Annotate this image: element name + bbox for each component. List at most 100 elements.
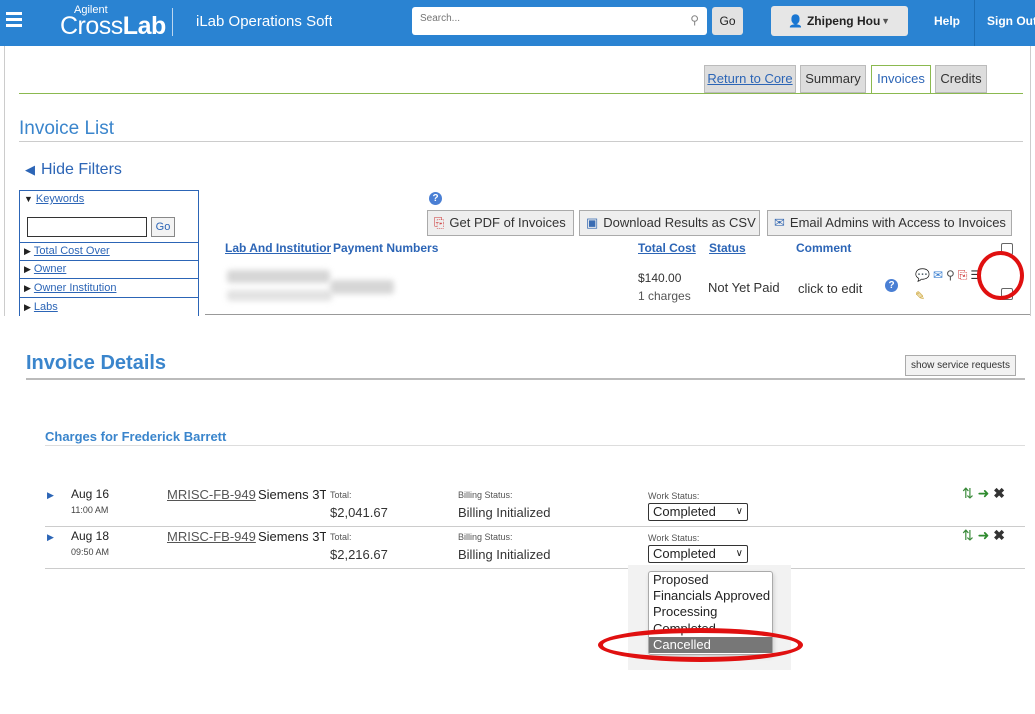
billing-status: Billing Initialized	[458, 505, 551, 520]
charge-row: ▶ Aug 18 09:50 AM MRISC-FB-949 Siemens 3…	[45, 527, 1025, 569]
triangle-right-icon: ▶	[24, 283, 31, 293]
chevron-down-icon: ∨	[735, 548, 743, 559]
redacted-institution	[227, 290, 332, 301]
redacted-payment-number	[330, 280, 394, 294]
charge-actions: ⇅ ➜ ✖	[962, 485, 1005, 502]
tab-credits[interactable]: Credits	[935, 65, 987, 93]
magnifier-icon[interactable]: ⚲	[946, 268, 955, 282]
search-go-button[interactable]: Go	[712, 7, 743, 35]
user-icon: 👤	[788, 14, 803, 28]
move-charge-icon[interactable]: ➜	[978, 485, 990, 501]
billing-status-label: Billing Status:	[458, 490, 513, 500]
expand-triangle-icon[interactable]: ▶	[47, 532, 54, 543]
nav-divider	[172, 8, 173, 36]
edit-note-icon[interactable]: ✎	[915, 289, 925, 303]
highlight-oval-annotation	[598, 628, 803, 662]
user-menu-button[interactable]: 👤 Zhipeng Hou ▼	[771, 6, 908, 36]
charge-time: 09:50 AM	[71, 547, 110, 557]
row-action-icons: 💬 ✉ ⚲ ⎘ ☰	[915, 268, 984, 283]
help-link[interactable]: Help	[934, 14, 960, 28]
keywords-input[interactable]	[27, 217, 147, 237]
triangle-left-icon: ◀	[25, 162, 35, 177]
charge-row: ▶ Aug 16 11:00 AM MRISC-FB-949 Siemens 3…	[45, 485, 1025, 527]
filter-labs[interactable]: ▶ Labs	[20, 299, 198, 316]
work-status-select[interactable]: Completed ∨	[648, 545, 748, 563]
close-icon[interactable]: ✖	[993, 527, 1005, 543]
filter-owner-institution[interactable]: ▶ Owner Institution	[20, 280, 198, 298]
help-icon[interactable]: ?	[885, 279, 898, 292]
column-header-total-cost[interactable]: Total Cost	[638, 241, 696, 255]
highlight-circle-annotation	[977, 251, 1024, 300]
pdf-icon: ⎘	[434, 215, 445, 230]
charge-total: $2,216.67	[330, 547, 388, 562]
tabs-underline	[19, 93, 1023, 94]
tab-return-to-core[interactable]: Return to Core	[704, 65, 796, 93]
email-icon[interactable]: ✉	[933, 268, 943, 282]
chevron-down-icon: ▼	[881, 16, 890, 26]
triangle-right-icon: ▶	[24, 264, 31, 274]
charge-service: Siemens 3T	[258, 529, 326, 544]
search-box[interactable]: ⚲	[412, 7, 707, 35]
envelope-icon: ✉	[774, 215, 785, 230]
column-header-comment: Comment	[796, 241, 852, 255]
triangle-right-icon: ▶	[24, 302, 31, 312]
invoice-charge-count[interactable]: 1 charges	[638, 289, 691, 303]
filter-owner[interactable]: ▶ Owner	[20, 261, 198, 279]
option-proposed[interactable]: Proposed	[649, 572, 772, 588]
triangle-down-icon: ▼	[24, 194, 33, 204]
tab-summary[interactable]: Summary	[800, 65, 866, 93]
work-status-select[interactable]: Completed ∨	[648, 503, 748, 521]
total-label: Total:	[330, 490, 352, 500]
email-admins-button[interactable]: ✉ Email Admins with Access to Invoices	[767, 210, 1012, 236]
pdf-icon[interactable]: ⎘	[958, 268, 968, 282]
charge-time: 11:00 AM	[71, 505, 109, 515]
total-label: Total:	[330, 532, 352, 542]
filter-total-cost-over[interactable]: ▶ Total Cost Over	[20, 243, 198, 261]
option-financials-approved[interactable]: Financials Approved	[649, 588, 772, 604]
page-title: Invoice List	[19, 118, 115, 139]
chevron-down-icon: ∨	[735, 506, 743, 517]
invoice-comment-editable[interactable]: click to edit	[798, 281, 862, 296]
refresh-icon[interactable]: ⇅	[962, 485, 974, 501]
refresh-icon[interactable]: ⇅	[962, 527, 974, 543]
help-icon[interactable]: ?	[429, 192, 442, 205]
comment-icon[interactable]: 💬	[915, 268, 930, 282]
charge-reference-link[interactable]: MRISC-FB-949	[167, 487, 256, 502]
logo-crosslab-text: CrossLab	[60, 12, 166, 40]
invoice-details-title: Invoice Details	[26, 352, 167, 374]
charge-reference-link[interactable]: MRISC-FB-949	[167, 529, 256, 544]
hide-filters-toggle[interactable]: ◀ Hide Filters	[25, 161, 122, 179]
billing-status-label: Billing Status:	[458, 532, 513, 542]
charge-date: Aug 16	[71, 487, 110, 501]
option-processing[interactable]: Processing	[649, 604, 772, 620]
divider	[205, 314, 1030, 315]
search-icon[interactable]: ⚲	[690, 13, 699, 27]
sign-out-link[interactable]: Sign Out	[987, 14, 1035, 28]
work-status-label: Work Status:	[648, 533, 700, 543]
get-pdf-button[interactable]: ⎘ Get PDF of Invoices	[427, 210, 574, 236]
show-service-requests-button[interactable]: show service requests	[905, 355, 1016, 376]
expand-triangle-icon[interactable]: ▶	[47, 490, 54, 501]
charge-total: $2,041.67	[330, 505, 388, 520]
billing-status: Billing Initialized	[458, 547, 551, 562]
tab-invoices[interactable]: Invoices	[871, 65, 931, 94]
floppy-disk-icon: ▣	[586, 215, 599, 230]
download-csv-button[interactable]: ▣ Download Results as CSV	[579, 210, 760, 236]
invoice-list-panel: Return to Core Summary Invoices Credits …	[4, 46, 1031, 316]
close-icon[interactable]: ✖	[993, 485, 1005, 501]
charge-service: Siemens 3T	[258, 487, 326, 502]
column-header-status[interactable]: Status	[709, 241, 746, 255]
filter-keywords-link[interactable]: Keywords	[36, 193, 84, 205]
charges-section-title: Charges for Frederick Barrett	[45, 429, 227, 444]
top-nav-bar: Agilent CrossLab iLab Operations Softwar…	[0, 0, 1035, 46]
hamburger-menu-icon[interactable]	[6, 12, 22, 28]
invoice-status: Not Yet Paid	[708, 280, 780, 295]
triangle-right-icon: ▶	[24, 246, 31, 256]
search-input[interactable]	[420, 13, 680, 24]
charge-date: Aug 18	[71, 529, 110, 543]
keywords-go-button[interactable]: Go	[151, 217, 175, 237]
column-header-lab[interactable]: Lab And Institution	[225, 241, 334, 255]
move-charge-icon[interactable]: ➜	[978, 527, 990, 543]
column-header-payment-numbers: Payment Numbers	[331, 241, 439, 255]
nav-divider	[974, 0, 975, 46]
